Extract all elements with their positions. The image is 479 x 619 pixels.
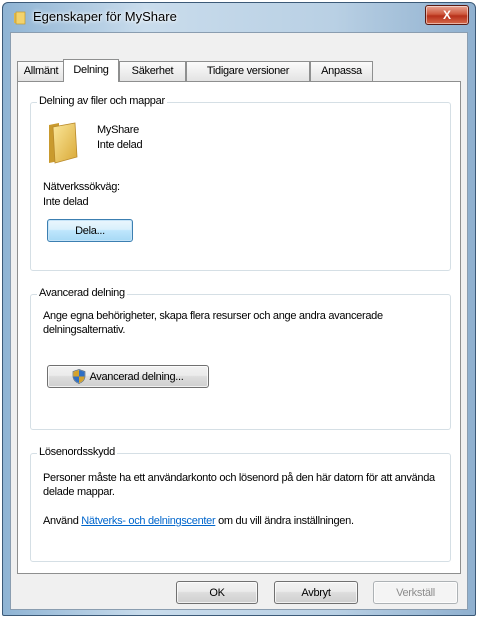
tab-customize[interactable]: Anpassa	[310, 61, 373, 81]
advanced-sharing-button[interactable]: Avancerad delning...	[47, 365, 209, 388]
network-path-value: Inte delad	[43, 196, 89, 208]
password-protection-group: Lösenordsskydd Personer måste ha ett anv…	[30, 446, 451, 562]
dialog-client: Allmänt Delning Säkerhet Tidigare versio…	[10, 32, 468, 610]
network-sharing-center-link[interactable]: Nätverks- och delningscenter	[81, 515, 215, 527]
folder-share-status: Inte delad	[97, 139, 143, 151]
network-center-prefix: Använd	[43, 515, 82, 527]
tab-sharing[interactable]: Delning	[63, 59, 119, 82]
advanced-sharing-button-label: Avancerad delning...	[89, 370, 184, 383]
advanced-sharing-group-title: Avancerad delning	[37, 287, 127, 299]
close-button[interactable]: X	[425, 5, 469, 25]
network-center-text: Använd Nätverks- och delningscenter om d…	[43, 514, 393, 528]
tab-previous-versions[interactable]: Tidigare versioner	[186, 61, 310, 81]
folder-icon	[14, 11, 26, 25]
sharing-tab-page: Delning av filer och mappar MyShare Inte…	[17, 81, 461, 574]
ok-button[interactable]: OK	[176, 581, 258, 604]
close-icon: X	[442, 8, 451, 22]
password-protection-group-title: Lösenordsskydd	[37, 446, 117, 458]
apply-button[interactable]: Verkställ	[373, 581, 458, 604]
cancel-button[interactable]: Avbryt	[274, 581, 358, 604]
share-button[interactable]: Dela...	[47, 219, 133, 242]
network-path-label: Nätverkssökväg:	[43, 181, 120, 193]
title-bar[interactable]: Egenskaper för MyShare X	[3, 3, 475, 33]
tab-general[interactable]: Allmänt	[17, 61, 65, 81]
password-protection-description: Personer måste ha ett användarkonto och …	[43, 472, 435, 498]
properties-window: Egenskaper för MyShare X Allmänt Delning…	[2, 2, 476, 616]
tab-security[interactable]: Säkerhet	[119, 61, 186, 81]
window-title: Egenskaper för MyShare	[33, 9, 177, 24]
folder-name: MyShare	[97, 124, 139, 136]
shield-icon	[73, 369, 86, 384]
folder-icon	[49, 122, 78, 164]
advanced-sharing-description: Ange egna behörigheter, skapa flera resu…	[43, 310, 383, 336]
file-sharing-group: Delning av filer och mappar MyShare Inte…	[30, 95, 451, 271]
advanced-sharing-group: Avancerad delning Ange egna behörigheter…	[30, 287, 451, 430]
network-center-suffix: om du vill ändra inställningen.	[215, 515, 354, 527]
file-sharing-group-title: Delning av filer och mappar	[37, 95, 167, 107]
